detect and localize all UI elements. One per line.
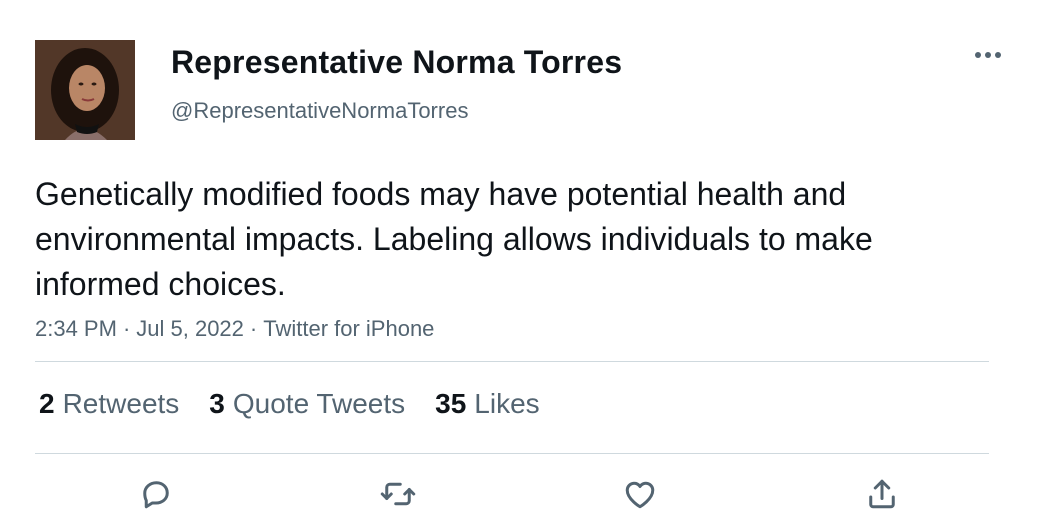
retweet-icon [380, 482, 416, 506]
retweets-count: 2 [39, 388, 55, 419]
divider [35, 361, 989, 362]
likes-label: Likes [474, 388, 540, 419]
likes-stat[interactable]: 35 Likes [435, 388, 540, 420]
more-options-button[interactable] [968, 40, 1008, 70]
profile-photo-icon [35, 40, 135, 140]
tweet-meta: 2:34 PM · Jul 5, 2022 · Twitter for iPhone [35, 316, 434, 342]
reply-button[interactable] [132, 470, 180, 518]
author-display-name[interactable]: Representative Norma Torres [171, 44, 622, 81]
quotes-count: 3 [209, 388, 225, 419]
tweet-date[interactable]: Jul 5, 2022 [136, 316, 244, 341]
retweet-button[interactable] [374, 470, 422, 518]
like-icon [625, 481, 655, 509]
quotes-label: Quote Tweets [232, 388, 406, 419]
avatar[interactable] [35, 40, 135, 140]
retweets-stat[interactable]: 2 Retweets [39, 388, 179, 420]
likes-count: 35 [435, 388, 467, 419]
tweet-stats: 2 Retweets 3 Quote Tweets 35 Likes [39, 388, 540, 420]
more-icon [975, 52, 1001, 58]
share-icon [869, 479, 895, 509]
meta-separator: · [249, 316, 258, 341]
author-handle[interactable]: @RepresentativeNormaTorres [171, 98, 468, 124]
reply-icon [143, 481, 169, 509]
tweet-source[interactable]: Twitter for iPhone [263, 316, 434, 341]
share-button[interactable] [858, 470, 906, 518]
tweet-text: Genetically modified foods may have pote… [35, 176, 873, 302]
retweets-label: Retweets [62, 388, 180, 419]
like-button[interactable] [616, 470, 664, 518]
quote-tweets-stat[interactable]: 3 Quote Tweets [209, 388, 405, 420]
tweet-time[interactable]: 2:34 PM [35, 316, 117, 341]
meta-separator: · [122, 316, 131, 341]
divider [35, 453, 989, 454]
